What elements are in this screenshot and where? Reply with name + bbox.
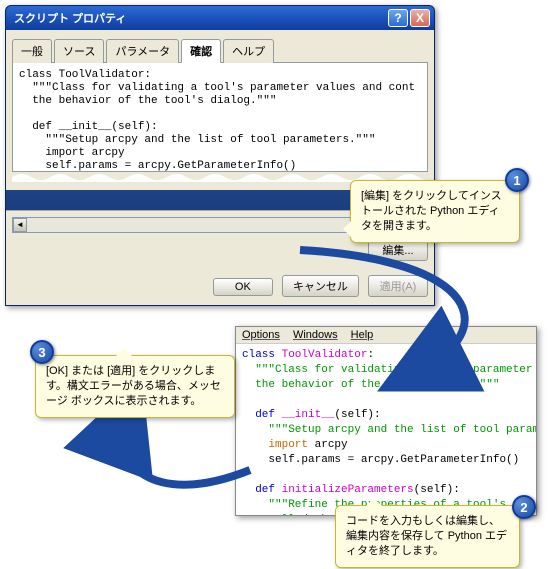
script-properties-dialog: スクリプト プロパティ ? X 一般 ソース パラメータ 確認 ヘルプ clas… — [5, 5, 435, 306]
titlebar[interactable]: スクリプト プロパティ ? X — [6, 6, 434, 30]
tab-help[interactable]: ヘルプ — [223, 39, 274, 63]
validation-code-view: class ToolValidator: """Class for valida… — [12, 62, 428, 172]
callout-step2: コードを入力もしくは編集し、編集内容を保存して Python エディタを終了しま… — [335, 505, 520, 568]
editor-code-view[interactable]: class ToolValidator: """Class for valida… — [236, 344, 536, 516]
menu-help[interactable]: Help — [351, 329, 374, 341]
scroll-left-icon[interactable]: ◄ — [13, 218, 27, 232]
dialog-footer: OK キャンセル 適用(A) — [6, 267, 434, 305]
menu-options[interactable]: Options — [242, 329, 280, 341]
callout-step3: [OK] または [適用] をクリックします。構文エラーがある場合、メッセージ … — [35, 355, 235, 418]
tab-parameters[interactable]: パラメータ — [106, 39, 179, 63]
apply-button[interactable]: 適用(A) — [368, 275, 428, 297]
menu-windows[interactable]: Windows — [293, 329, 338, 341]
tab-strip: 一般 ソース パラメータ 確認 ヘルプ — [12, 38, 428, 63]
tab-validation[interactable]: 確認 — [181, 39, 221, 63]
step-badge-2: 2 — [512, 495, 536, 519]
callout-step1: [編集] をクリックしてインストールされた Python エディタを開きます。 — [350, 180, 520, 243]
window-title: スクリプト プロパティ — [10, 10, 386, 26]
tab-general[interactable]: 一般 — [12, 39, 52, 63]
tab-source[interactable]: ソース — [54, 39, 104, 63]
step-badge-3: 3 — [30, 340, 54, 364]
help-icon[interactable]: ? — [388, 9, 408, 27]
close-icon[interactable]: X — [410, 9, 430, 27]
step-badge-1: 1 — [505, 168, 529, 192]
editor-menubar: Options Windows Help — [236, 327, 536, 344]
python-editor-window: Options Windows Help class ToolValidator… — [235, 326, 537, 516]
ok-button[interactable]: OK — [213, 278, 273, 296]
cancel-button[interactable]: キャンセル — [282, 275, 359, 297]
